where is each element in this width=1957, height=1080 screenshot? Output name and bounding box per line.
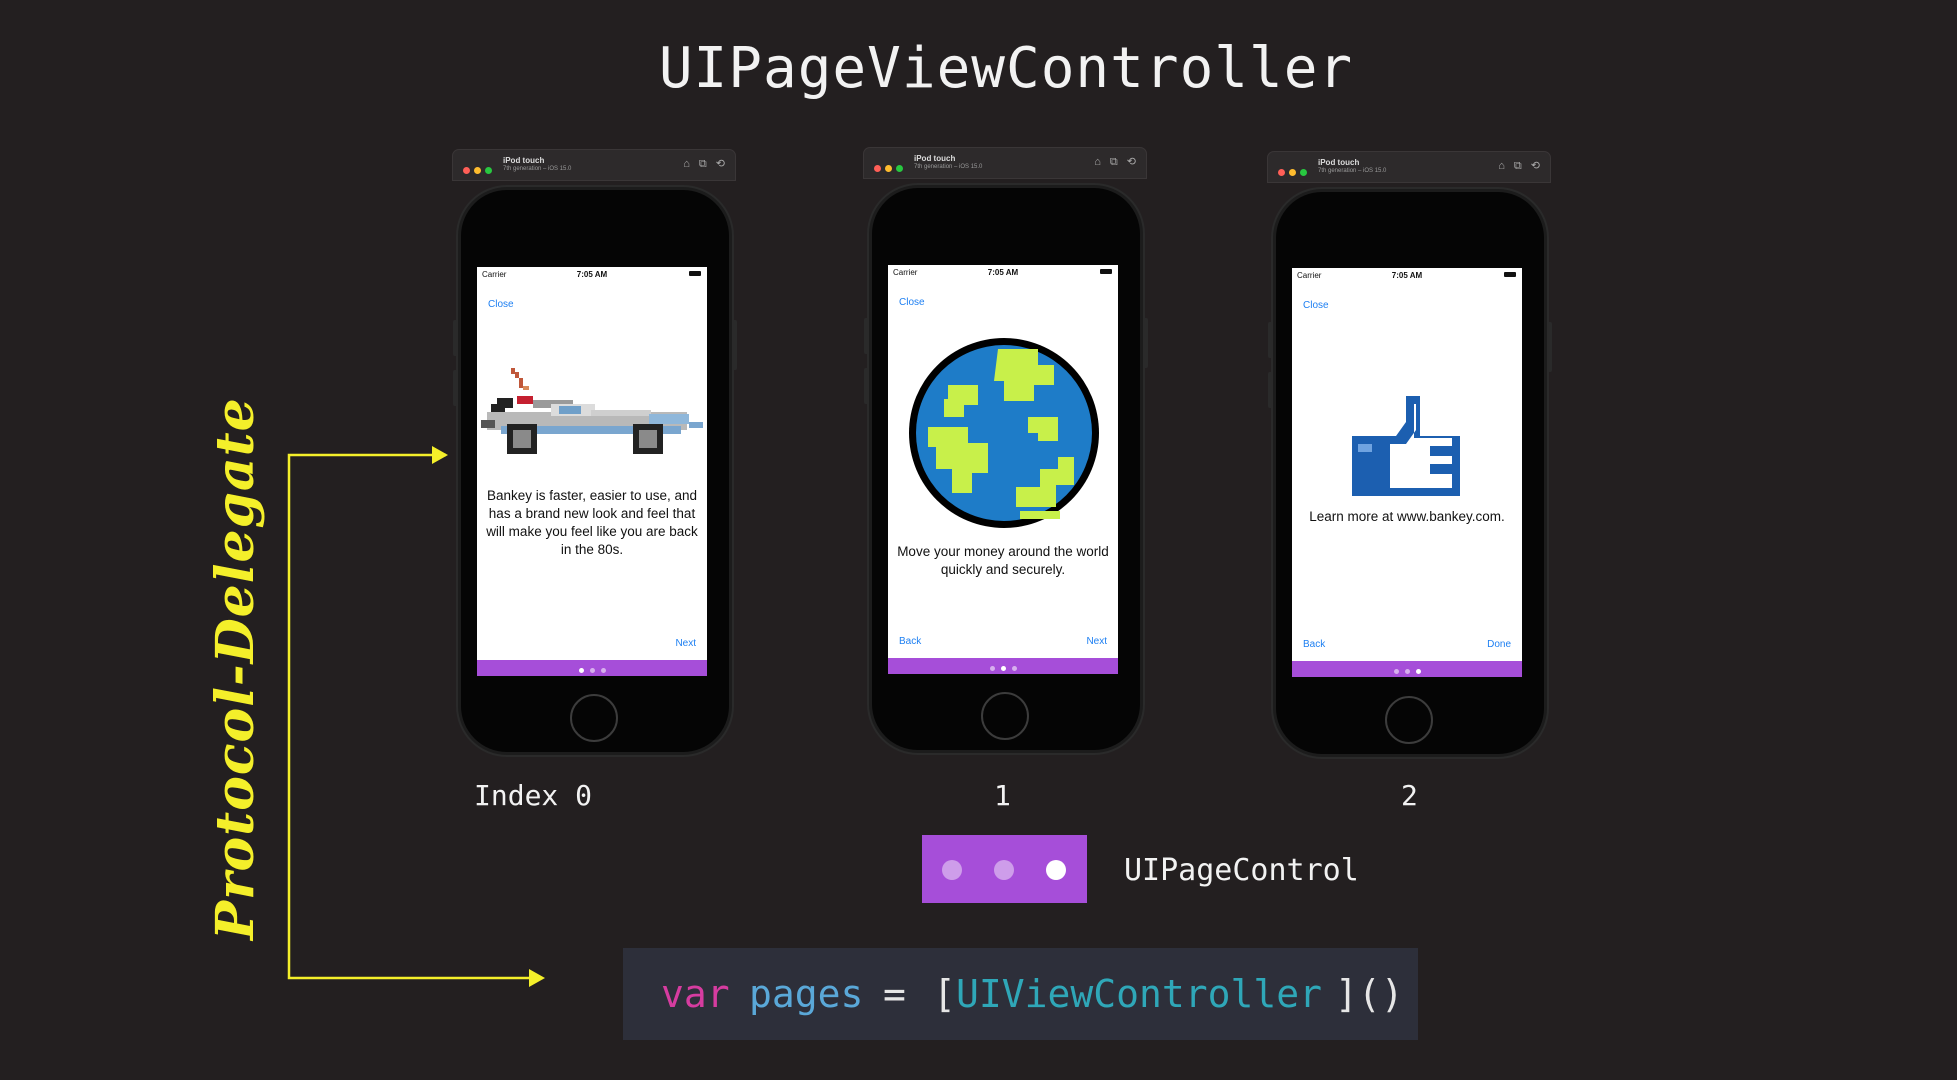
protocol-delegate-label: Protocol-Delegate [205, 397, 266, 940]
arrow-head-icon [432, 446, 448, 464]
arrow-head-icon [529, 969, 545, 987]
delegate-arrows [287, 446, 545, 987]
